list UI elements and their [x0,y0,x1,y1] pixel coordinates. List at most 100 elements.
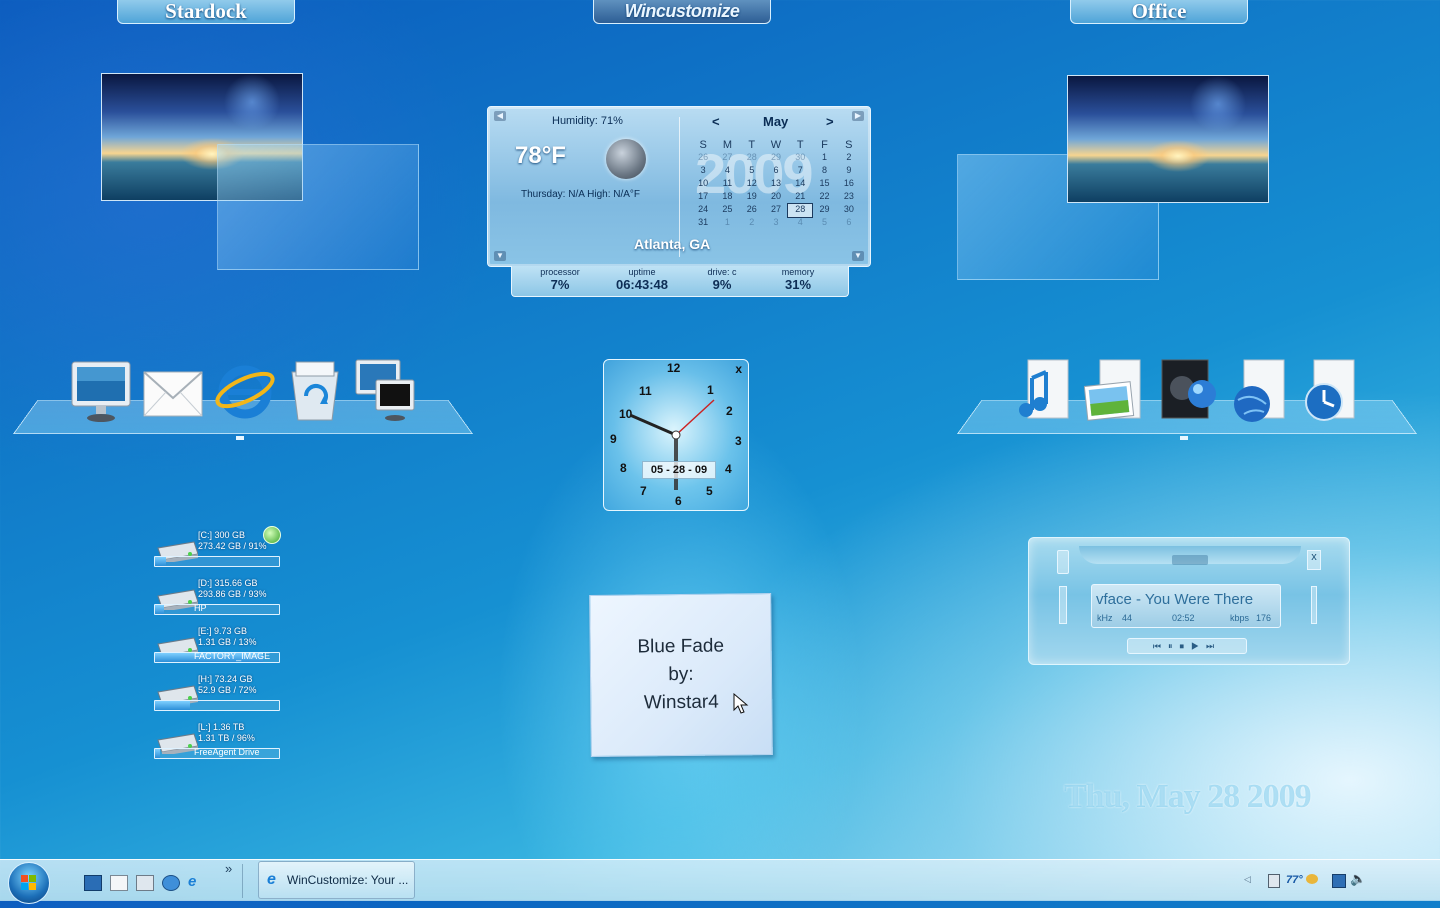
calendar-day[interactable]: 29 [764,152,788,165]
internet-globe-icon[interactable] [1228,358,1290,424]
calendar-next-button[interactable]: > [826,114,834,129]
quicklaunch-overflow-button[interactable]: » [225,861,232,876]
calendar-day[interactable]: 17 [691,191,715,204]
calendar-day[interactable]: 11 [715,178,739,191]
office-tab[interactable]: Office [1070,0,1248,24]
settings-gear-icon[interactable] [162,875,180,891]
calendar-day[interactable]: 4 [715,165,739,178]
refresh-icon[interactable] [263,526,281,544]
calendar-day[interactable]: 5 [740,165,764,178]
calendar-day[interactable]: 23 [837,191,861,204]
player-close-button[interactable]: x [1307,550,1321,570]
player-eject-icon[interactable] [1172,555,1208,565]
calendar-day[interactable]: 1 [812,152,836,165]
calendar-day[interactable]: 1 [715,217,739,230]
mail-envelope-icon[interactable] [142,358,204,424]
calendar-day[interactable]: 27 [715,152,739,165]
drive-gadget[interactable]: [L:] 1.36 TB 1.31 TB / 96% FreeAgent Drive [154,722,284,766]
explorer-window-icon[interactable] [136,875,154,891]
drive-gadget[interactable]: [H:] 73.24 GB 52.9 GB / 72% [154,674,284,718]
calendar-day[interactable]: 24 [691,204,715,217]
calendar-day[interactable]: 25 [715,204,739,217]
calendar-day[interactable]: 21 [788,191,812,204]
calendar-day[interactable]: 10 [691,178,715,191]
play-icon[interactable]: ▶ [1191,641,1206,651]
drive-gadget[interactable]: [D:] 315.66 GB 293.86 GB / 93% HP [154,578,284,622]
analog-clock-gadget[interactable]: x 12 1 2 3 4 5 6 7 8 9 10 11 05 - 28 - 0… [603,359,749,511]
player-eq-button[interactable] [1057,550,1069,574]
sticky-note[interactable]: Blue Fade by: Winstar4 [589,593,773,757]
weather-prev-icon[interactable]: ◀ [494,111,506,121]
calendar-day[interactable]: 6 [764,165,788,178]
calendar-day[interactable]: 2 [740,217,764,230]
calendar-day[interactable]: 14 [788,178,812,191]
task-wincustomize-window[interactable]: e WinCustomize: Your ... [258,861,415,899]
pause-icon[interactable]: ⏸ [1168,641,1180,651]
calendar-day[interactable]: 7 [788,165,812,178]
calendar-day[interactable]: 15 [812,178,836,191]
calendar-day[interactable]: 6 [837,217,861,230]
calendar-day[interactable]: 26 [691,152,715,165]
calendar-prev-button[interactable]: < [712,114,720,129]
next-track-icon[interactable]: ⏭ [1206,641,1221,651]
internet-explorer-icon[interactable] [214,358,276,424]
computer-monitor-icon[interactable] [70,358,132,424]
calendar-day[interactable]: 29 [812,204,836,217]
calendar-day[interactable]: 16 [837,178,861,191]
calendar-down-icon[interactable]: ▼ [852,251,864,261]
left-dock-handle[interactable] [236,436,244,440]
calendar-day[interactable]: 30 [788,152,812,165]
right-dock-handle[interactable] [1180,436,1188,440]
safely-remove-icon[interactable] [1268,874,1280,888]
calendar-day[interactable]: 30 [837,204,861,217]
network-computers-icon[interactable] [354,358,416,424]
stop-icon[interactable]: ⏹ [1179,641,1191,651]
drive-free-space: 1.31 GB / 13% [198,637,257,647]
calendar-day[interactable]: 26 [740,204,764,217]
clock-folder-icon[interactable] [1298,358,1360,424]
calendar-day[interactable]: 22 [812,191,836,204]
clock-date: 05 - 28 - 09 [642,461,716,479]
wincustomize-tab[interactable]: Wincustomize [593,0,771,24]
calendar-day[interactable]: 27 [764,204,788,217]
previous-track-icon[interactable]: ⏮ [1153,641,1168,651]
ie-quicklaunch-icon[interactable]: e [188,874,204,889]
calendar-day[interactable]: 19 [740,191,764,204]
calendar-day[interactable]: 9 [837,165,861,178]
drive-usage-fill [155,749,160,758]
calendar-grid: S M T W T F S 26 27 28 29 30 1 2 3 4 5 6 7 8 9 10 11 12 1… [691,139,861,230]
calendar-day[interactable]: 28 [787,203,814,218]
music-folder-icon[interactable] [1012,358,1074,424]
calendar-day[interactable]: 13 [764,178,788,191]
calendar-day[interactable]: 28 [740,152,764,165]
video-folder-icon[interactable] [1156,358,1218,424]
photo-frame-right[interactable] [1067,75,1269,203]
tray-expand-icon[interactable]: ◁ [1244,874,1251,885]
pictures-folder-icon[interactable] [1084,358,1146,424]
network-icon[interactable] [1332,874,1346,888]
weather-tray-icon[interactable] [1306,874,1318,884]
drive-gadget[interactable]: [E:] 9.73 GB 1.31 GB / 13% FACTORY_IMAGE [154,626,284,670]
calendar-day[interactable]: 8 [812,165,836,178]
volume-icon[interactable]: 🔈 [1350,871,1366,887]
recycle-bin-icon[interactable] [284,358,346,424]
calendar-next-icon[interactable]: ▶ [852,111,864,121]
drive-capacity: [L:] 1.36 TB [198,722,245,732]
calendar-day[interactable]: 3 [691,165,715,178]
stardock-tab[interactable]: Stardock [117,0,295,24]
calendar-day[interactable]: 31 [691,217,715,230]
weather-down-icon[interactable]: ▼ [494,251,506,261]
notepad-icon[interactable] [110,875,128,891]
show-desktop-icon[interactable] [84,875,102,891]
tray-temperature[interactable]: 77° [1286,874,1303,886]
calendar-day[interactable]: 20 [764,191,788,204]
calendar-day[interactable]: 18 [715,191,739,204]
calendar-day[interactable]: 12 [740,178,764,191]
calendar-day[interactable]: 4 [788,217,812,230]
calendar-day[interactable]: 2 [837,152,861,165]
calendar-day[interactable]: 3 [764,217,788,230]
volume-slider[interactable] [1311,586,1317,624]
balance-slider[interactable] [1059,586,1067,624]
calendar-day[interactable]: 5 [812,217,836,230]
start-orb-windows-icon[interactable] [8,862,50,904]
